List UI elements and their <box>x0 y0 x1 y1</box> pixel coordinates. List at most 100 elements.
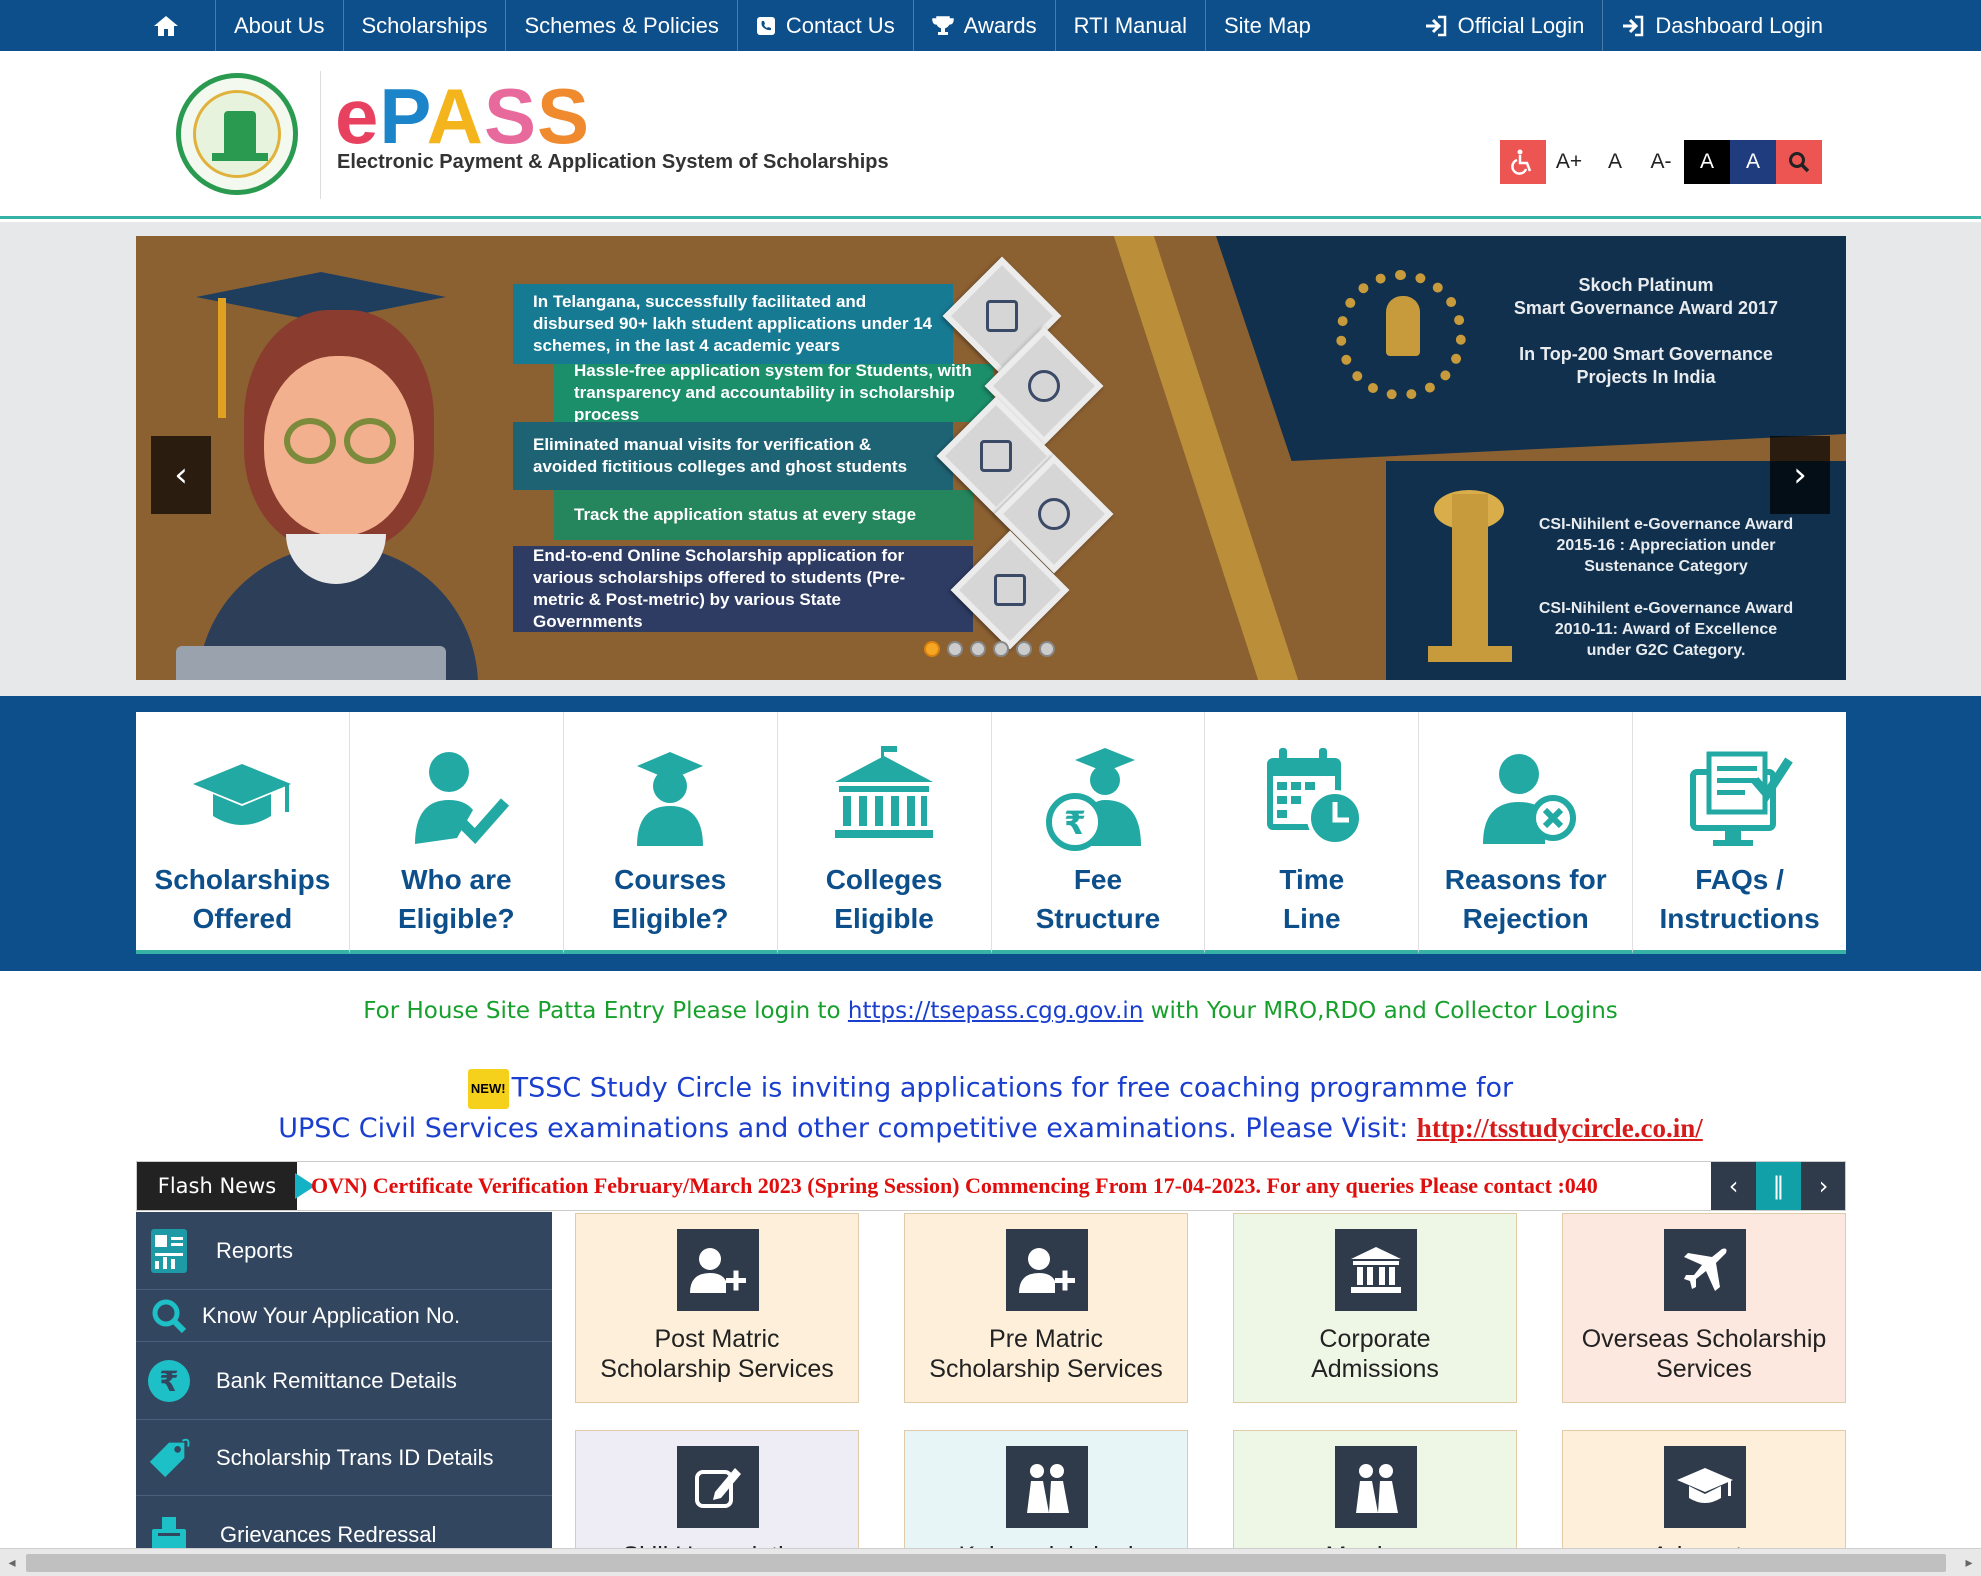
quicklink-who-are-eligible[interactable]: Who are Eligible? <box>349 712 564 954</box>
dashboard-login-link[interactable]: Dashboard Login <box>1603 0 1841 51</box>
user-rejected-icon <box>1482 754 1576 844</box>
slider-dot[interactable] <box>970 641 986 657</box>
quicklink-colleges-eligible[interactable]: Colleges Eligible <box>777 712 992 954</box>
banner-slider[interactable]: In Telangana, successfully facilitated a… <box>136 236 1846 680</box>
skoch-award-text: Skoch Platinum Smart Governance Award 20… <box>1513 275 1779 387</box>
tssc-study-circle-notice: NEW! TSSC Study Circle is inviting applic… <box>0 1069 1981 1148</box>
top-navigation-bar: About Us Scholarships Schemes & Policies… <box>0 0 1981 51</box>
nav-scholarships[interactable]: Scholarships <box>344 0 507 51</box>
nav-about-us[interactable]: About Us <box>216 0 344 51</box>
nav-contact-us[interactable]: Contact Us <box>738 0 914 51</box>
slider-dot[interactable] <box>947 641 963 657</box>
accessibility-button[interactable] <box>1500 140 1546 184</box>
tsepass-link[interactable]: https://tsepass.cgg.gov.in <box>848 998 1144 1024</box>
menu-item-bank-remittance-details[interactable]: ₹ Bank Remittance Details <box>136 1342 552 1420</box>
menu-item-know-your-application-no[interactable]: Know Your Application No. <box>136 1290 552 1342</box>
quicklink-fee-structure[interactable]: ₹ Fee Structure <box>991 712 1206 954</box>
font-normal-button[interactable]: A <box>1592 140 1638 184</box>
font-increase-button[interactable]: A+ <box>1546 140 1592 184</box>
add-user-icon <box>677 1229 759 1311</box>
quicklink-courses-eligible[interactable]: Courses Eligible? <box>563 712 778 954</box>
banner-feature-text: In Telangana, successfully facilitated a… <box>513 284 953 364</box>
wheelchair-icon <box>1511 149 1532 175</box>
blue-theme-button[interactable]: A <box>1730 140 1776 184</box>
trophy-icon <box>1386 296 1420 356</box>
institution-icon <box>1335 1229 1417 1311</box>
tile-pre-matric-scholarship[interactable]: Pre Matric Scholarship Services <box>904 1213 1188 1403</box>
nav-schemes-policies[interactable]: Schemes & Policies <box>506 0 738 51</box>
slider-dot[interactable] <box>993 641 1009 657</box>
csi-award-text: CSI-Nihilent e-Governance Award 2015-16 … <box>1538 516 1794 659</box>
font-decrease-button[interactable]: A- <box>1638 140 1684 184</box>
slider-prev-button[interactable]: ‹ <box>151 436 211 514</box>
top-nav-right: Official Login Dashboard Login <box>1406 0 1841 51</box>
wedding-couple-icon <box>1335 1446 1417 1528</box>
calendar-clock-icon <box>1266 748 1363 846</box>
chevron-right-icon: › <box>1793 455 1807 495</box>
accessibility-toolbar: A+ A A- A A <box>1500 140 1822 184</box>
menu-item-grievances-redressal[interactable]: Grievances Redressal <box>136 1496 552 1552</box>
phone-icon <box>756 16 775 35</box>
epass-logo-title[interactable]: ePASS <box>335 71 590 161</box>
graduate-student-icon <box>637 752 704 846</box>
banner-feature-text: Eliminated manual visits for verificatio… <box>513 422 953 490</box>
banner-feature-text: End-to-end Online Scholarship applicatio… <box>513 546 973 632</box>
slider-dot[interactable] <box>1039 641 1055 657</box>
application-form-icon <box>994 574 1026 606</box>
telangana-emblem-logo[interactable] <box>176 73 298 195</box>
graduation-cap-icon <box>1664 1446 1746 1528</box>
slider-next-button[interactable]: › <box>1770 436 1830 514</box>
scroll-right-arrow-icon[interactable]: ▸ <box>1957 1549 1981 1576</box>
epass-logo-subtitle: Electronic Payment & Application System … <box>337 151 889 173</box>
search-button[interactable] <box>1776 140 1822 184</box>
sign-in-icon <box>1425 15 1446 36</box>
home-button[interactable] <box>135 0 216 51</box>
laptop-illustration <box>176 646 446 680</box>
slider-dot[interactable] <box>1016 641 1032 657</box>
airplane-icon <box>1664 1229 1746 1311</box>
chevron-right-icon: › <box>1818 1172 1829 1200</box>
sign-in-icon <box>1623 15 1644 36</box>
scroll-left-arrow-icon[interactable]: ◂ <box>0 1549 24 1576</box>
slider-dots <box>924 641 1055 657</box>
pause-icon: ‖ <box>1772 1172 1785 1200</box>
quick-links-row: Scholarships Offered Who are Eligible? Cou… <box>136 712 1846 954</box>
emblem-tower <box>224 111 256 155</box>
faq-monitor-icon <box>1689 751 1793 846</box>
nav-rti-manual[interactable]: RTI Manual <box>1056 0 1206 51</box>
high-contrast-button[interactable]: A <box>1684 140 1730 184</box>
students-icon <box>986 300 1018 332</box>
wedding-couple-icon <box>1006 1446 1088 1528</box>
menu-item-scholarship-trans-id-details[interactable]: Scholarship Trans ID Details <box>136 1420 552 1496</box>
header-divider <box>320 71 321 199</box>
quicklink-time-line[interactable]: Time Line <box>1205 712 1420 954</box>
nav-awards[interactable]: Awards <box>914 0 1056 51</box>
edit-icon <box>677 1446 759 1528</box>
svg-text:₹: ₹ <box>1064 804 1086 842</box>
tile-post-matric-scholarship[interactable]: Post Matric Scholarship Services <box>575 1213 859 1403</box>
nav-site-map[interactable]: Site Map <box>1206 0 1329 51</box>
flash-news-text[interactable]: OVN) Certificate Verification February/M… <box>311 1162 1841 1210</box>
horizontal-scrollbar[interactable]: ◂ ▸ <box>0 1548 1981 1576</box>
menu-item-reports[interactable]: Reports <box>136 1212 552 1290</box>
flash-next-button[interactable]: › <box>1801 1162 1845 1210</box>
glasses-illustration <box>284 418 336 464</box>
flash-prev-button[interactable]: ‹ <box>1711 1162 1756 1210</box>
scrollbar-thumb[interactable] <box>26 1554 1946 1572</box>
search-icon <box>1789 152 1810 173</box>
svg-text:₹: ₹ <box>159 1365 178 1398</box>
flash-pause-button[interactable]: ‖ <box>1756 1162 1801 1210</box>
tile-overseas-scholarship[interactable]: Overseas Scholarship Services <box>1562 1213 1846 1403</box>
grievance-box-icon <box>146 1512 192 1552</box>
tile-corporate-admissions[interactable]: Corporate Admissions <box>1233 1213 1517 1403</box>
quicklink-reasons-for-rejection[interactable]: Reasons for Rejection <box>1419 712 1634 954</box>
tag-icon <box>146 1435 192 1481</box>
graduation-cap-icon <box>193 764 292 825</box>
quicklink-faqs-instructions[interactable]: FAQs / Instructions <box>1633 712 1846 954</box>
tsstudycircle-link[interactable]: http://tsstudycircle.co.in/ <box>1417 1113 1703 1143</box>
official-login-link[interactable]: Official Login <box>1406 0 1604 51</box>
site-header: ePASS Electronic Payment & Application S… <box>0 51 1981 219</box>
trophy-icon <box>931 15 954 35</box>
slider-dot[interactable] <box>924 641 940 657</box>
quicklink-scholarships-offered[interactable]: Scholarships Offered <box>136 712 350 954</box>
